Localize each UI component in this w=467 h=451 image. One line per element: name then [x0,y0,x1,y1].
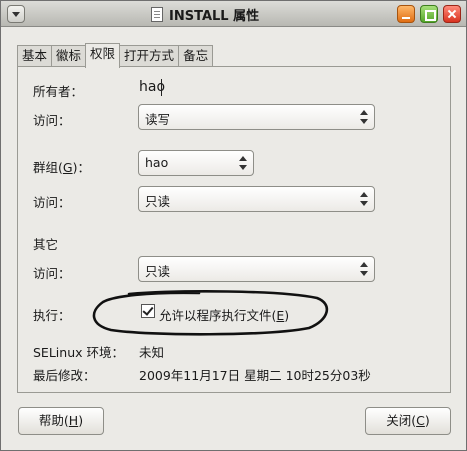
group-label: 群组(G)： [33,160,90,175]
owner-access-combo[interactable]: 读写 [138,104,375,130]
execute-label: 执行： [33,308,71,323]
last-modified-label: 最后修改： [33,368,96,383]
others-access-label: 访问： [33,266,71,281]
owner-access-label: 访问： [33,113,71,128]
close-button[interactable]: 关闭(C) [365,407,451,435]
minimize-button[interactable] [397,5,415,23]
tab-open-with[interactable]: 打开方式 [119,45,180,67]
text-cursor [161,79,162,96]
group-combo[interactable]: hao [138,150,254,176]
group-access-value: 只读 [145,194,171,209]
combo-arrows-icon [360,110,368,124]
combo-arrows-icon [360,262,368,276]
group-access-combo[interactable]: 只读 [138,186,375,212]
tab-basic[interactable]: 基本 [17,45,53,67]
window-menu-button[interactable] [7,5,25,23]
properties-window: INSTALL 属性 基本 徽标 权限 打开方式 备忘 所有者： hao 访问：… [0,0,467,451]
selinux-value: 未知 [139,345,165,360]
execute-checkbox[interactable] [141,304,155,318]
group-value: hao [145,155,169,170]
owner-access-value: 读写 [145,112,171,127]
others-access-value: 只读 [145,264,171,279]
owner-label: 所有者： [33,84,84,99]
window-title-group: INSTALL 属性 [151,5,260,24]
tab-emblems[interactable]: 徽标 [51,45,87,67]
help-button[interactable]: 帮助(H) [18,407,104,435]
file-icon [151,6,163,22]
others-label: 其它 [33,237,59,252]
execute-checkbox-label[interactable]: 允许以程序执行文件(E) [159,305,289,324]
close-window-button[interactable] [443,5,461,23]
tab-permissions[interactable]: 权限 [85,43,121,68]
selinux-label: SELinux 环境： [33,345,124,360]
window-title: INSTALL 属性 [169,8,260,24]
maximize-button[interactable] [420,5,438,23]
group-access-label: 访问： [33,195,71,210]
tab-notes[interactable]: 备忘 [178,45,214,67]
title-bar[interactable]: INSTALL 属性 [1,1,466,27]
combo-arrows-icon [239,156,247,170]
others-access-combo[interactable]: 只读 [138,256,375,282]
last-modified-value: 2009年11月17日 星期二 10时25分03秒 [139,368,371,383]
combo-arrows-icon [360,192,368,206]
tab-bar: 基本 徽标 权限 打开方式 备忘 [17,43,214,68]
